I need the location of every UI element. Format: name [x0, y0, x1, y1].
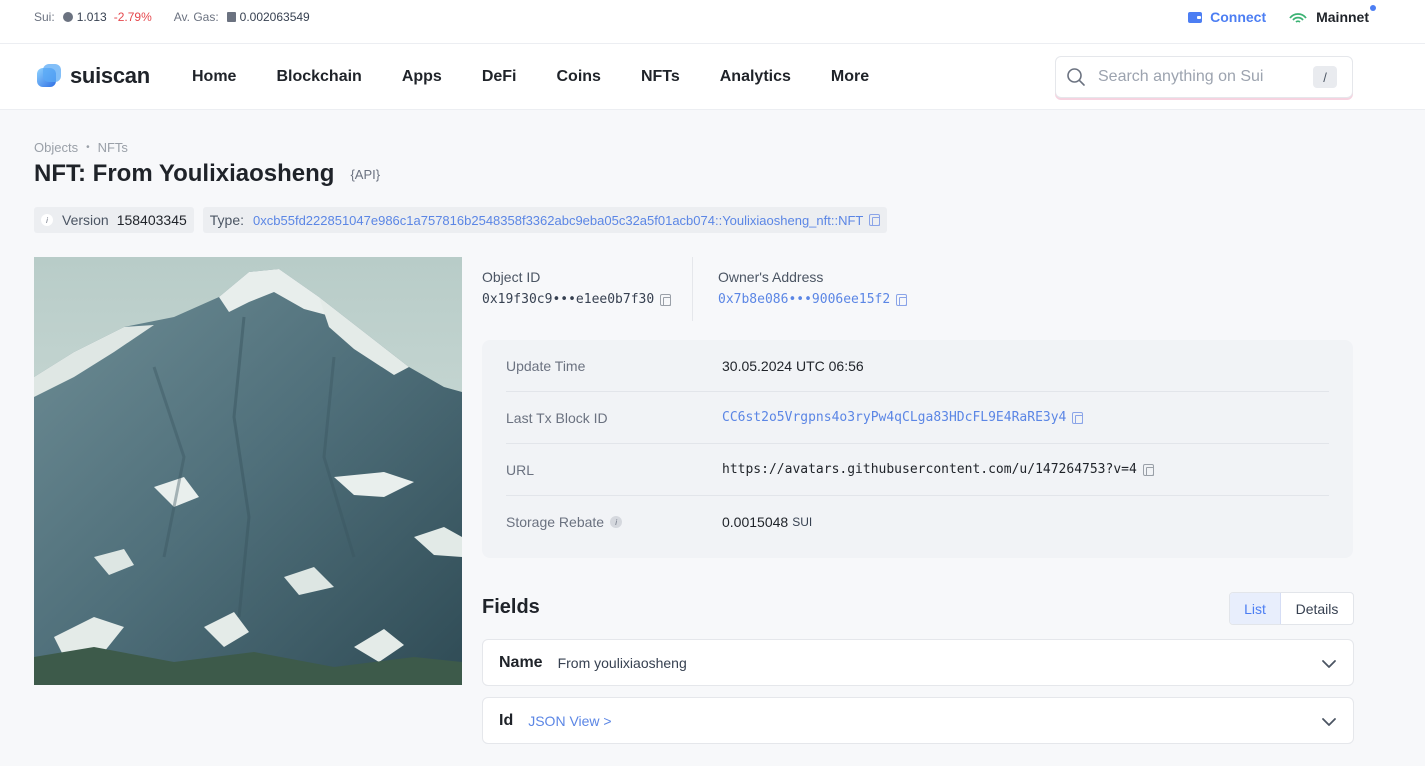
- field-row-name[interactable]: Name From youlixiaosheng: [482, 639, 1354, 686]
- object-id-section: Object ID 0x19f30c9•••e1ee0b7f30: [482, 257, 693, 321]
- sui-price-value: 1.013: [76, 10, 107, 24]
- object-details-card: Update Time 30.05.2024 UTC 06:56 Last Tx…: [482, 340, 1353, 558]
- nav-item-coins[interactable]: Coins: [556, 68, 600, 86]
- top-strip: Sui: 1.013 -2.79% Av. Gas: 0.002063549 C…: [0, 0, 1425, 44]
- suiscan-logo[interactable]: suiscan: [34, 61, 150, 91]
- type-chip: Type: 0xcb55fd222851047e986c1a757816b254…: [202, 207, 888, 233]
- page-title-row: NFT: From Youlixiaosheng {API}: [34, 160, 380, 188]
- field-name: Id: [499, 711, 514, 729]
- owner-row: 0x7b8e086•••9006ee15f2: [718, 292, 908, 307]
- mountain-image: [34, 257, 462, 685]
- object-ids: Object ID 0x19f30c9•••e1ee0b7f30 Owner's…: [482, 257, 908, 321]
- meta-chips: i Version 158403345 Type: 0xcb55fd222851…: [34, 207, 888, 233]
- last-tx-row: CC6st2o5Vrgpns4o3ryPw4qCLga83HDcFL9E4RaR…: [722, 410, 1084, 425]
- sui-coin-icon: [62, 12, 73, 22]
- object-id-label: Object ID: [482, 269, 541, 285]
- market-stats: Sui: 1.013 -2.79% Av. Gas: 0.002063549: [34, 10, 310, 24]
- owner-section: Owner's Address 0x7b8e086•••9006ee15f2: [693, 257, 908, 321]
- wallet-icon: [1188, 11, 1203, 23]
- main-nav: suiscan Home Blockchain Apps DeFi Coins …: [0, 44, 1425, 110]
- signal-icon: [1289, 13, 1307, 23]
- search-input[interactable]: [1098, 68, 1313, 86]
- last-tx-link[interactable]: CC6st2o5Vrgpns4o3ryPw4qCLga83HDcFL9E4RaR…: [722, 410, 1066, 425]
- search-box: /: [1055, 56, 1353, 98]
- connect-label: Connect: [1210, 9, 1267, 25]
- logo-text: suiscan: [70, 63, 150, 88]
- nav-item-more[interactable]: More: [831, 68, 869, 86]
- nav-item-nfts[interactable]: NFTs: [641, 68, 680, 86]
- field-value: From youlixiaosheng: [557, 654, 687, 671]
- nav-item-defi[interactable]: DeFi: [482, 68, 517, 86]
- detail-row-last-tx: Last Tx Block ID CC6st2o5Vrgpns4o3ryPw4q…: [506, 392, 1329, 444]
- type-label: Type:: [209, 212, 245, 228]
- version-value: 158403345: [116, 212, 187, 228]
- view-details-button[interactable]: Details: [1281, 593, 1353, 624]
- sui-price-change: -2.79%: [113, 10, 152, 24]
- breadcrumb-nfts[interactable]: NFTs: [98, 140, 128, 155]
- version-label: Version: [62, 212, 109, 228]
- detail-row-url: URL https://avatars.githubusercontent.co…: [506, 444, 1329, 496]
- chevron-down-icon[interactable]: [1321, 714, 1337, 730]
- page-title: NFT: From Youlixiaosheng: [34, 160, 335, 187]
- storage-rebate-value: 0.0015048: [722, 514, 789, 530]
- detail-label: Update Time: [506, 357, 586, 374]
- detail-row-storage-rebate: Storage Rebate i 0.0015048 SUI: [506, 496, 1329, 548]
- storage-rebate-row: 0.0015048 SUI: [722, 514, 812, 530]
- detail-label: URL: [506, 461, 535, 478]
- detail-row-update-time: Update Time 30.05.2024 UTC 06:56: [506, 340, 1329, 392]
- detail-label: Last Tx Block ID: [506, 409, 608, 426]
- owner-label: Owner's Address: [718, 269, 824, 285]
- chevron-down-icon[interactable]: [1321, 656, 1337, 672]
- sui-price-label: Sui:: [34, 10, 55, 24]
- owner-address-link[interactable]: 0x7b8e086•••9006ee15f2: [718, 292, 890, 307]
- network-label: Mainnet: [1316, 9, 1369, 25]
- copy-type-icon[interactable]: [869, 214, 881, 226]
- search-shortcut-key: /: [1313, 66, 1337, 88]
- search-icon: [1067, 68, 1085, 86]
- fields-view-toggle: List Details: [1229, 592, 1354, 625]
- breadcrumb-separator: •: [86, 142, 90, 153]
- object-id-value: 0x19f30c9•••e1ee0b7f30: [482, 292, 655, 307]
- detail-value: 30.05.2024 UTC 06:56: [722, 357, 864, 374]
- copy-owner-icon[interactable]: [896, 293, 908, 306]
- nav-item-home[interactable]: Home: [192, 68, 236, 86]
- nav-item-blockchain[interactable]: Blockchain: [276, 68, 361, 86]
- type-link[interactable]: 0xcb55fd222851047e986c1a757816b2548358f3…: [253, 213, 863, 228]
- url-value: https://avatars.githubusercontent.com/u/…: [722, 462, 1137, 477]
- breadcrumb-objects[interactable]: Objects: [34, 140, 78, 155]
- connect-button[interactable]: Connect: [1188, 9, 1266, 25]
- breadcrumb: Objects • NFTs: [34, 140, 128, 155]
- copy-url-icon[interactable]: [1142, 463, 1154, 476]
- gas-value: 0.002063549: [239, 10, 310, 24]
- json-view-link[interactable]: JSON View >: [528, 713, 611, 729]
- object-id-row: 0x19f30c9•••e1ee0b7f30: [482, 292, 692, 307]
- api-button[interactable]: {API}: [350, 167, 380, 182]
- storage-rebate-unit: SUI: [792, 515, 813, 529]
- network-status-dot: [1370, 5, 1376, 11]
- storage-rebate-label-wrap: Storage Rebate i: [506, 514, 722, 530]
- info-icon: i: [41, 214, 53, 226]
- gas-pump-icon: [226, 12, 236, 22]
- copy-tx-icon[interactable]: [1072, 411, 1084, 424]
- url-row: https://avatars.githubusercontent.com/u/…: [722, 462, 1154, 477]
- field-row-id[interactable]: Id JSON View >: [482, 697, 1354, 744]
- nav-item-analytics[interactable]: Analytics: [720, 68, 791, 86]
- info-icon[interactable]: i: [610, 516, 623, 528]
- suiscan-logo-icon: [37, 64, 61, 87]
- nft-image: [34, 257, 462, 685]
- copy-object-id-icon[interactable]: [660, 293, 672, 306]
- version-chip: i Version 158403345: [34, 207, 194, 233]
- network-selector[interactable]: Mainnet: [1288, 5, 1376, 25]
- fields-heading: Fields: [482, 596, 540, 618]
- nav-menu: Home Blockchain Apps DeFi Coins NFTs Ana…: [192, 68, 869, 86]
- field-name: Name: [499, 653, 543, 671]
- nav-item-apps[interactable]: Apps: [402, 68, 442, 86]
- detail-label: Storage Rebate: [506, 514, 605, 530]
- view-list-button[interactable]: List: [1230, 593, 1281, 624]
- gas-label: Av. Gas:: [173, 10, 219, 24]
